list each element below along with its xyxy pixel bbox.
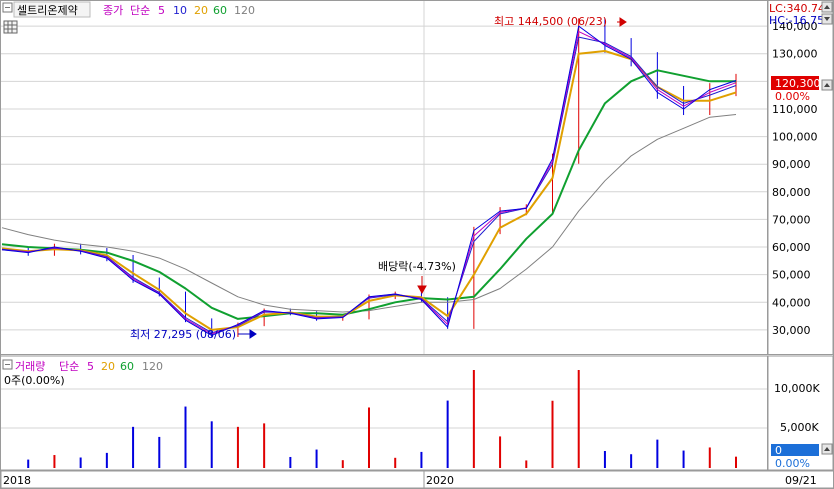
low-annotation: 최저 27,295 (08/06)	[130, 328, 236, 341]
price-tick-label: 130,000	[772, 48, 818, 61]
price-tick-label: 50,000	[772, 269, 811, 282]
volume-plot-area	[0, 355, 768, 471]
scroll-up-arrow-icon[interactable]	[821, 79, 833, 91]
volume-bar	[630, 454, 633, 468]
volume-bar	[420, 451, 423, 468]
volume-panel: 거래량 단순 5 20 60 120 0주(0.00%)	[0, 355, 768, 471]
price-tick-label: 30,000	[772, 324, 811, 337]
price-tick-label: 60,000	[772, 241, 811, 254]
scroll-up-icon[interactable]	[821, 1, 833, 13]
volume-bar	[210, 421, 213, 468]
volume-bar	[394, 457, 397, 468]
volume-bar	[551, 400, 554, 468]
volume-bar	[184, 406, 187, 468]
last-volume-change: 0.00%	[775, 457, 810, 470]
hc-label: HC:-16.75	[769, 14, 824, 27]
volume-axis: 10,000K 5,000K 0 0.00%	[767, 355, 834, 471]
volume-bar	[682, 450, 685, 468]
volume-bar	[315, 449, 318, 468]
ma10-label: 10	[173, 4, 187, 17]
stock-name: 셀트리온제약	[17, 3, 78, 17]
ma-type-label: 단순	[130, 4, 150, 17]
volume-ma60-label: 60	[120, 360, 134, 373]
volume-bar	[656, 439, 659, 468]
volume-bar	[499, 436, 502, 468]
volume-bar	[472, 370, 475, 468]
volume-bar	[577, 370, 580, 468]
volume-bar	[263, 423, 266, 468]
date-label-2018: 2018	[3, 474, 31, 487]
date-axis-area	[0, 470, 834, 489]
last-change-label: 0.00%	[775, 90, 810, 103]
price-type-label: 종가	[103, 4, 123, 17]
last-price-label: 120,300	[775, 77, 821, 90]
volume-bar	[341, 460, 344, 468]
date-axis: 2018 2020 09/21	[0, 470, 834, 489]
volume-bar	[446, 400, 449, 468]
volume-title: 거래량	[15, 360, 45, 373]
volume-tick-10000k: 10,000K	[774, 382, 820, 395]
price-tick-label: 70,000	[772, 213, 811, 226]
volume-bar	[735, 456, 737, 468]
volume-ma120-label: 120	[142, 360, 163, 373]
high-annotation: 최고 144,500 (06/23)	[494, 15, 607, 28]
volume-bar	[525, 460, 528, 468]
volume-bar	[289, 456, 292, 468]
date-label-2020: 2020	[426, 474, 454, 487]
volume-settings-icon[interactable]	[2, 359, 13, 370]
volume-ma-type: 단순	[59, 360, 79, 373]
volume-bar	[27, 459, 30, 468]
price-tick-label: 80,000	[772, 186, 811, 199]
volume-bar	[53, 455, 56, 468]
last-volume-label: 0	[775, 444, 782, 457]
price-tick-label: 40,000	[772, 296, 811, 309]
volume-ma5-label: 5	[87, 360, 94, 373]
volume-bar	[158, 436, 161, 468]
grid-icon[interactable]	[3, 20, 18, 34]
scroll-down-icon[interactable]	[821, 13, 833, 25]
volume-bar	[236, 426, 239, 468]
price-tick-label: 90,000	[772, 158, 811, 171]
ma5-label: 5	[158, 4, 165, 17]
volume-bar	[79, 457, 82, 468]
ma120-label: 120	[234, 4, 255, 17]
settings-icon[interactable]	[2, 2, 13, 13]
volume-bar	[368, 407, 370, 468]
stock-chart: 30,000 40,000 50,000 60,000 70,000 80,000 90,0…	[0, 0, 834, 489]
price-tick-label: 100,000	[772, 131, 818, 144]
volume-ma20-label: 20	[101, 360, 115, 373]
date-label-current: 09/21	[785, 474, 817, 487]
price-panel	[0, 0, 768, 355]
dividend-annotation: 배당락(-4.73%)	[378, 260, 456, 273]
volume-bar	[132, 426, 135, 468]
price-tick-label: 110,000	[772, 103, 818, 116]
volume-scroll-icon[interactable]	[821, 443, 833, 455]
volume-bar	[708, 447, 711, 468]
ma20-label: 20	[194, 4, 208, 17]
volume-bar	[603, 451, 606, 468]
volume-current: 0주(0.00%)	[4, 374, 65, 387]
volume-tick-5000k: 5,000K	[780, 421, 819, 434]
price-axis: 30,000 40,000 50,000 60,000 70,000 80,000 90,0…	[767, 0, 834, 355]
volume-bar	[105, 452, 108, 468]
ma60-label: 60	[213, 4, 227, 17]
